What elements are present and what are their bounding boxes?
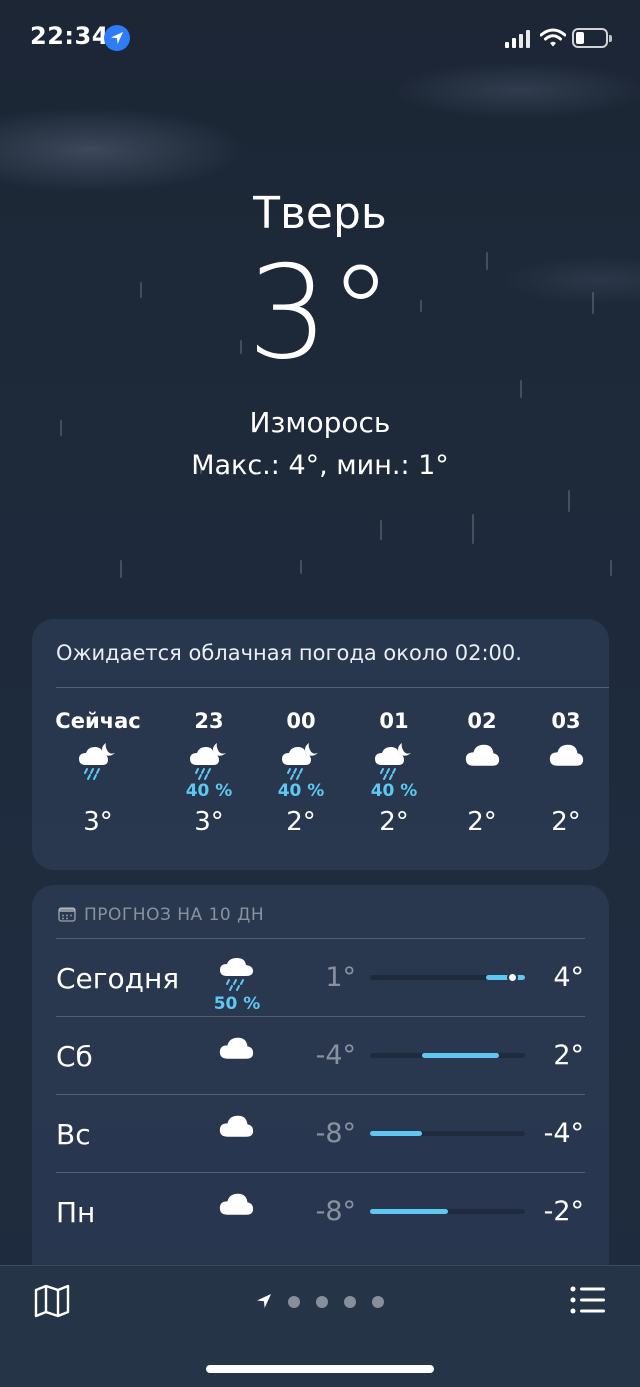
hour-temperature: 2°	[379, 807, 409, 837]
hour-item: 23 40 % 3°	[164, 709, 254, 837]
divider	[56, 1016, 585, 1017]
hourly-summary: Ожидается облачная погода около 02:00.	[56, 641, 522, 665]
cloud-icon	[437, 741, 527, 781]
home-indicator[interactable]	[206, 1365, 434, 1373]
temperature-range-track	[370, 974, 525, 981]
hour-temperature: 3°	[83, 807, 113, 837]
precipitation-chance: 40 %	[185, 781, 233, 801]
day-row[interactable]: Сб -4° 2°	[32, 1016, 609, 1094]
divider	[56, 1094, 585, 1095]
hour-label: 01	[379, 709, 409, 733]
night-drizzle-icon	[164, 741, 254, 781]
page-dot[interactable]	[316, 1296, 328, 1308]
day-name: Сегодня	[56, 962, 180, 995]
temperature-range-bar	[370, 1209, 448, 1214]
night-drizzle-icon	[349, 741, 439, 781]
precipitation-chance: 50 %	[213, 994, 261, 1014]
day-name: Вс	[56, 1118, 91, 1151]
low-temperature: -8°	[315, 1196, 356, 1227]
signal-icon	[505, 30, 531, 48]
temperature-range-track	[370, 1131, 525, 1136]
hour-item: 02 2°	[437, 709, 527, 837]
drizzle-icon	[217, 956, 257, 996]
status-time: 22:34	[30, 22, 109, 50]
hour-temperature: 3°	[194, 807, 224, 837]
temperature-range-track	[370, 1209, 525, 1214]
high-temperature: 4°	[553, 962, 584, 993]
bottom-toolbar	[0, 1265, 640, 1387]
hour-temperature: 2°	[551, 807, 581, 837]
cloud-icon	[521, 741, 611, 781]
divider	[56, 1172, 585, 1173]
hour-item: Сейчас 3°	[53, 709, 143, 837]
temperature-range-bar	[370, 1131, 422, 1136]
high-temperature: -4°	[543, 1118, 584, 1149]
day-row[interactable]: Пн -8° -2°	[32, 1172, 609, 1250]
day-name: Пн	[56, 1196, 96, 1229]
list-icon[interactable]	[570, 1286, 606, 1314]
status-bar: 22:34	[0, 0, 640, 76]
night-drizzle-icon	[53, 741, 143, 781]
high-low-temperature: Макс.: 4°, мин.: 1°	[191, 450, 449, 481]
precipitation-chance	[437, 781, 527, 803]
location-arrow-icon	[104, 25, 130, 51]
hour-label: 00	[286, 709, 316, 733]
day-row[interactable]: Сегодня 50 % 1° 4°	[32, 938, 609, 1016]
precipitation-chance	[521, 781, 611, 803]
temperature-range-track	[370, 1053, 525, 1058]
hour-label: 02	[467, 709, 497, 733]
map-icon[interactable]	[34, 1284, 70, 1318]
low-temperature: 1°	[325, 962, 356, 993]
daily-header: ПРОГНОЗ НА 10 ДН	[58, 905, 264, 925]
hour-item: 01 40 % 2°	[349, 709, 439, 837]
hour-label: 23	[194, 709, 224, 733]
precipitation-chance: 40 %	[277, 781, 325, 801]
weather-condition: Изморось	[249, 406, 391, 439]
day-row[interactable]: Вс -8° -4°	[32, 1094, 609, 1172]
cloud-icon	[217, 1112, 257, 1152]
low-temperature: -4°	[315, 1040, 356, 1071]
temperature-range-bar	[421, 1053, 500, 1058]
hour-label: Сейчас	[55, 709, 141, 733]
page-dot[interactable]	[288, 1296, 300, 1308]
hour-label: 03	[551, 709, 581, 733]
high-temperature: 2°	[553, 1040, 584, 1071]
temperature-range-bar	[486, 975, 525, 980]
city-name: Тверь	[253, 188, 387, 239]
low-temperature: -8°	[315, 1118, 356, 1149]
hourly-forecast-card[interactable]: Ожидается облачная погода около 02:00. С…	[32, 619, 609, 870]
page-dot[interactable]	[344, 1296, 356, 1308]
day-name: Сб	[56, 1040, 93, 1073]
hour-item: 00 40 % 2°	[256, 709, 346, 837]
hour-temperature: 2°	[286, 807, 316, 837]
hour-temperature: 2°	[467, 807, 497, 837]
daily-header-label: ПРОГНОЗ НА 10 ДН	[84, 905, 265, 925]
wifi-icon	[540, 28, 566, 47]
divider	[56, 687, 609, 688]
cloud-icon	[217, 1034, 257, 1074]
page-dot[interactable]	[372, 1296, 384, 1308]
battery-icon	[572, 28, 612, 48]
cloud-icon	[217, 1190, 257, 1230]
daily-forecast-card[interactable]: ПРОГНОЗ НА 10 ДН Сегодня 50 % 1° 4° Сб -…	[32, 885, 609, 1285]
location-page-icon[interactable]	[255, 1292, 273, 1310]
current-temperature: 3°	[247, 239, 393, 388]
night-drizzle-icon	[256, 741, 346, 781]
divider	[56, 938, 585, 939]
precipitation-chance: 40 %	[370, 781, 418, 801]
hour-item: 03 2°	[521, 709, 611, 837]
high-temperature: -2°	[543, 1196, 584, 1227]
calendar-icon	[58, 907, 76, 922]
precipitation-chance	[53, 781, 143, 803]
